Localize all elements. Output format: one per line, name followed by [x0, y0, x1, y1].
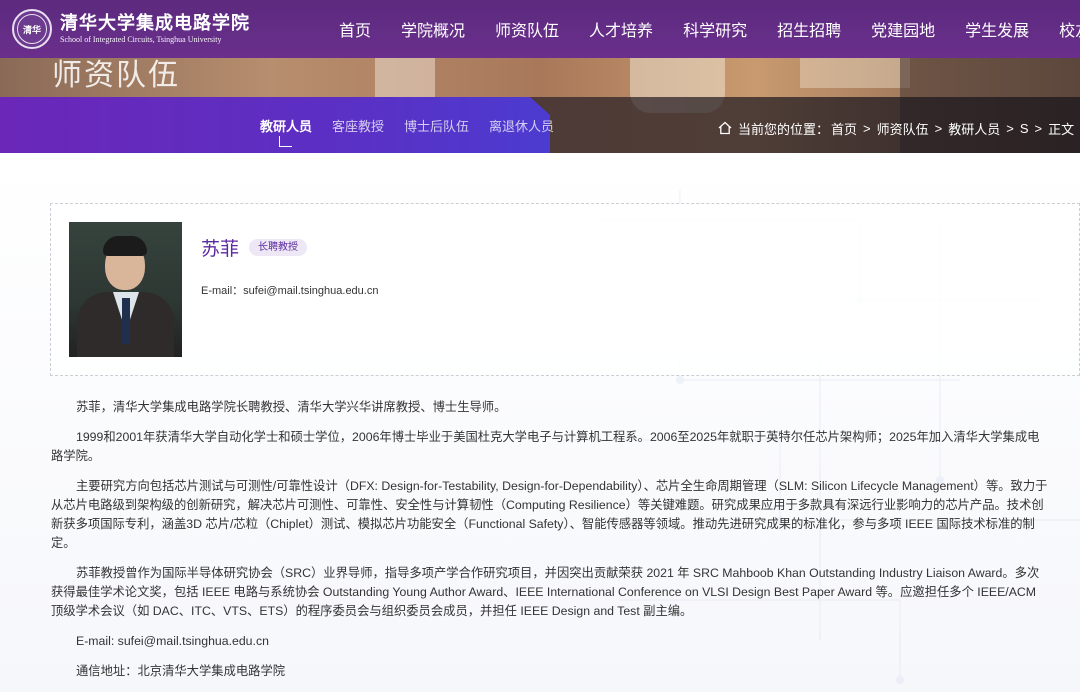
breadcrumb-faculty[interactable]: 师资队伍	[877, 119, 929, 138]
nav-item-students[interactable]: 学生发展	[965, 17, 1029, 41]
breadcrumb-home[interactable]: 首页	[831, 119, 857, 138]
breadcrumb: 当前您的位置： 首页 > 师资队伍 > 教研人员 > S > 正文	[718, 97, 1076, 159]
banner-title: 师资队伍	[52, 59, 180, 92]
nav-item-faculty[interactable]: 师资队伍	[495, 17, 559, 41]
title-badge: 长聘教授	[249, 239, 307, 256]
bio-address: 通信地址：北京清华大学集成电路学院	[76, 664, 286, 678]
sub-nav: 教研人员 客座教授 博士后队伍 离退休人员	[260, 97, 574, 153]
nav-item-home[interactable]: 首页	[339, 17, 371, 41]
photo-hair	[103, 236, 147, 256]
nav-item-admissions[interactable]: 招生招聘	[777, 17, 841, 41]
breadcrumb-letter[interactable]: S	[1020, 121, 1029, 136]
banner-decoration	[375, 58, 435, 98]
breadcrumb-faculty-staff[interactable]: 教研人员	[948, 119, 1000, 138]
seal-text: 清华	[22, 24, 41, 35]
subnav-item-visiting-professors[interactable]: 客座教授	[332, 116, 384, 135]
banner-decoration	[800, 58, 910, 88]
subnav-item-faculty-staff[interactable]: 教研人员	[260, 116, 312, 147]
nav-item-research[interactable]: 科学研究	[683, 17, 747, 41]
breadcrumb-separator: >	[934, 120, 943, 136]
email-label: E-mail：	[201, 285, 244, 297]
school-logo[interactable]: 清华 清华大学集成电路学院 School of Integrated Circu…	[12, 8, 250, 50]
nav-item-alumni[interactable]: 校友之窗	[1059, 17, 1080, 41]
nav-item-party[interactable]: 党建园地	[871, 17, 935, 41]
subnav-item-postdocs[interactable]: 博士后队伍	[404, 116, 469, 135]
profile-email: E-mail：sufei@mail.tsinghua.edu.cn	[201, 282, 378, 298]
bio-paragraph: 苏菲，清华大学集成电路学院长聘教授、清华大学兴华讲席教授、博士生导师。	[76, 400, 507, 414]
profile-card: 苏菲 长聘教授 E-mail：sufei@mail.tsinghua.edu.c…	[50, 203, 1080, 376]
nav-item-education[interactable]: 人才培养	[589, 17, 653, 41]
breadcrumb-current: 正文	[1048, 121, 1075, 137]
profile-name: 苏菲	[201, 239, 240, 260]
logo-english-name: School of Integrated Circuits, Tsinghua …	[60, 35, 222, 44]
profile-photo	[69, 222, 182, 357]
logo-chinese-name: 清华大学集成电路学院	[60, 13, 250, 34]
bio-paragraph: 主要研究方向包括芯片测试与可测性/可靠性设计（DFX: Design-for-T…	[51, 479, 1048, 550]
nav-item-about[interactable]: 学院概况	[401, 17, 465, 41]
home-icon	[718, 121, 732, 135]
bio-paragraph: 苏菲教授曾作为国际半导体研究协会（SRC）业界导师，指导多项产学合作研究项目，并…	[51, 566, 1040, 618]
breadcrumb-separator: >	[863, 120, 871, 136]
bio-email: E-mail: sufei@mail.tsinghua.edu.cn	[76, 634, 269, 648]
tsinghua-seal-icon: 清华	[12, 9, 52, 49]
bio-paragraph: 1999和2001年获清华大学自动化学士和硕士学位，2006年博士毕业于美国杜克…	[51, 430, 1040, 463]
breadcrumb-label: 当前您的位置：	[738, 121, 830, 137]
main-nav: 首页 学院概况 师资队伍 人才培养 科学研究 招生招聘 党建园地 学生发展 校友…	[324, 0, 1080, 58]
breadcrumb-separator: >	[1034, 120, 1043, 136]
subnav-item-retired[interactable]: 离退休人员	[489, 116, 554, 135]
top-nav-bar: 清华 清华大学集成电路学院 School of Integrated Circu…	[0, 0, 1080, 58]
logo-text: 清华大学集成电路学院 School of Integrated Circuits…	[60, 13, 250, 45]
bio-article: 苏菲，清华大学集成电路学院长聘教授、清华大学兴华讲席教授、博士生导师。 1999…	[51, 398, 1051, 692]
photo-tie	[122, 298, 130, 344]
email-value[interactable]: sufei@mail.tsinghua.edu.cn	[243, 285, 378, 297]
breadcrumb-separator: >	[1006, 120, 1014, 136]
